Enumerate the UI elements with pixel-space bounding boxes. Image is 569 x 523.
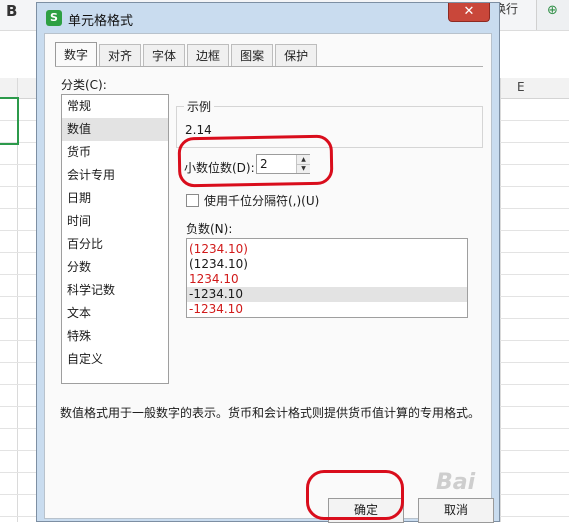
- category-currency[interactable]: 货币: [62, 141, 168, 164]
- tab-protection[interactable]: 保护: [275, 44, 318, 66]
- category-label: 分类(C):: [61, 78, 107, 92]
- negative-option[interactable]: 1234.10: [187, 272, 467, 287]
- negative-option-selected[interactable]: -1234.10: [187, 287, 467, 302]
- close-button[interactable]: ✕: [448, 3, 490, 22]
- category-custom[interactable]: 自定义: [62, 348, 168, 371]
- category-list[interactable]: 常规 数值 货币 会计专用 日期 时间 百分比 分数 科学记数 文本 特殊 自定…: [61, 94, 169, 384]
- active-cell[interactable]: [0, 97, 19, 145]
- category-general[interactable]: 常规: [62, 95, 168, 118]
- dialog-body: 数字 对齐 字体 边框 图案 保护 分类(C): 常规 数值 货币 会计专用 日…: [44, 33, 494, 523]
- app-logo-icon: S: [46, 10, 62, 26]
- format-cells-dialog: S 单元格格式 ✕ 数字 对齐 字体 边框 图案 保护 分类(C): 常规 数值…: [36, 2, 500, 523]
- negative-option[interactable]: (1234.10): [187, 257, 467, 272]
- spin-down-icon[interactable]: ▼: [297, 164, 310, 173]
- category-percentage[interactable]: 百分比: [62, 233, 168, 256]
- format-description: 数值格式用于一般数字的表示。货币和会计格式则提供货币值计算的专用格式。: [60, 406, 481, 420]
- category-text[interactable]: 文本: [62, 302, 168, 325]
- decimal-places-label: 小数位数(D):: [184, 161, 255, 175]
- dialog-title: 单元格格式: [68, 14, 134, 29]
- tab-alignment[interactable]: 对齐: [99, 44, 142, 66]
- column-divider: [500, 78, 501, 522]
- cancel-button[interactable]: 取消: [418, 498, 494, 523]
- category-date[interactable]: 日期: [62, 187, 168, 210]
- tab-pattern[interactable]: 图案: [231, 44, 274, 66]
- column-header-e[interactable]: E: [517, 80, 525, 94]
- decimal-places-spinner[interactable]: ▲ ▼: [296, 155, 310, 173]
- negative-option[interactable]: -1234.10: [187, 302, 467, 317]
- sample-group: [176, 106, 483, 148]
- dialog-titlebar[interactable]: S 单元格格式 ✕: [37, 3, 499, 33]
- category-accounting[interactable]: 会计专用: [62, 164, 168, 187]
- category-number[interactable]: 数值: [62, 118, 168, 141]
- category-time[interactable]: 时间: [62, 210, 168, 233]
- tab-font[interactable]: 字体: [143, 44, 186, 66]
- tab-pane-border: [55, 66, 483, 67]
- ok-button[interactable]: 确定: [328, 498, 404, 523]
- tab-number[interactable]: 数字: [55, 42, 98, 66]
- category-fraction[interactable]: 分数: [62, 256, 168, 279]
- negative-numbers-label: 负数(N):: [186, 222, 233, 236]
- category-scientific[interactable]: 科学记数: [62, 279, 168, 302]
- sample-value: 2.14: [185, 123, 212, 137]
- formula-icon[interactable]: ⊕: [547, 3, 558, 18]
- tab-border[interactable]: 边框: [187, 44, 230, 66]
- thousands-separator-checkbox[interactable]: [186, 194, 199, 207]
- category-special[interactable]: 特殊: [62, 325, 168, 348]
- tab-bar: 数字 对齐 字体 边框 图案 保护: [55, 42, 319, 66]
- bold-button[interactable]: B: [6, 2, 17, 20]
- sample-title: 示例: [184, 98, 215, 115]
- negative-numbers-list[interactable]: (1234.10) (1234.10) 1234.10 -1234.10 -12…: [186, 238, 468, 318]
- watermark: Bai: [436, 470, 476, 495]
- negative-option[interactable]: (1234.10): [187, 242, 467, 257]
- thousands-separator-label[interactable]: 使用千位分隔符(,)(U): [204, 192, 319, 209]
